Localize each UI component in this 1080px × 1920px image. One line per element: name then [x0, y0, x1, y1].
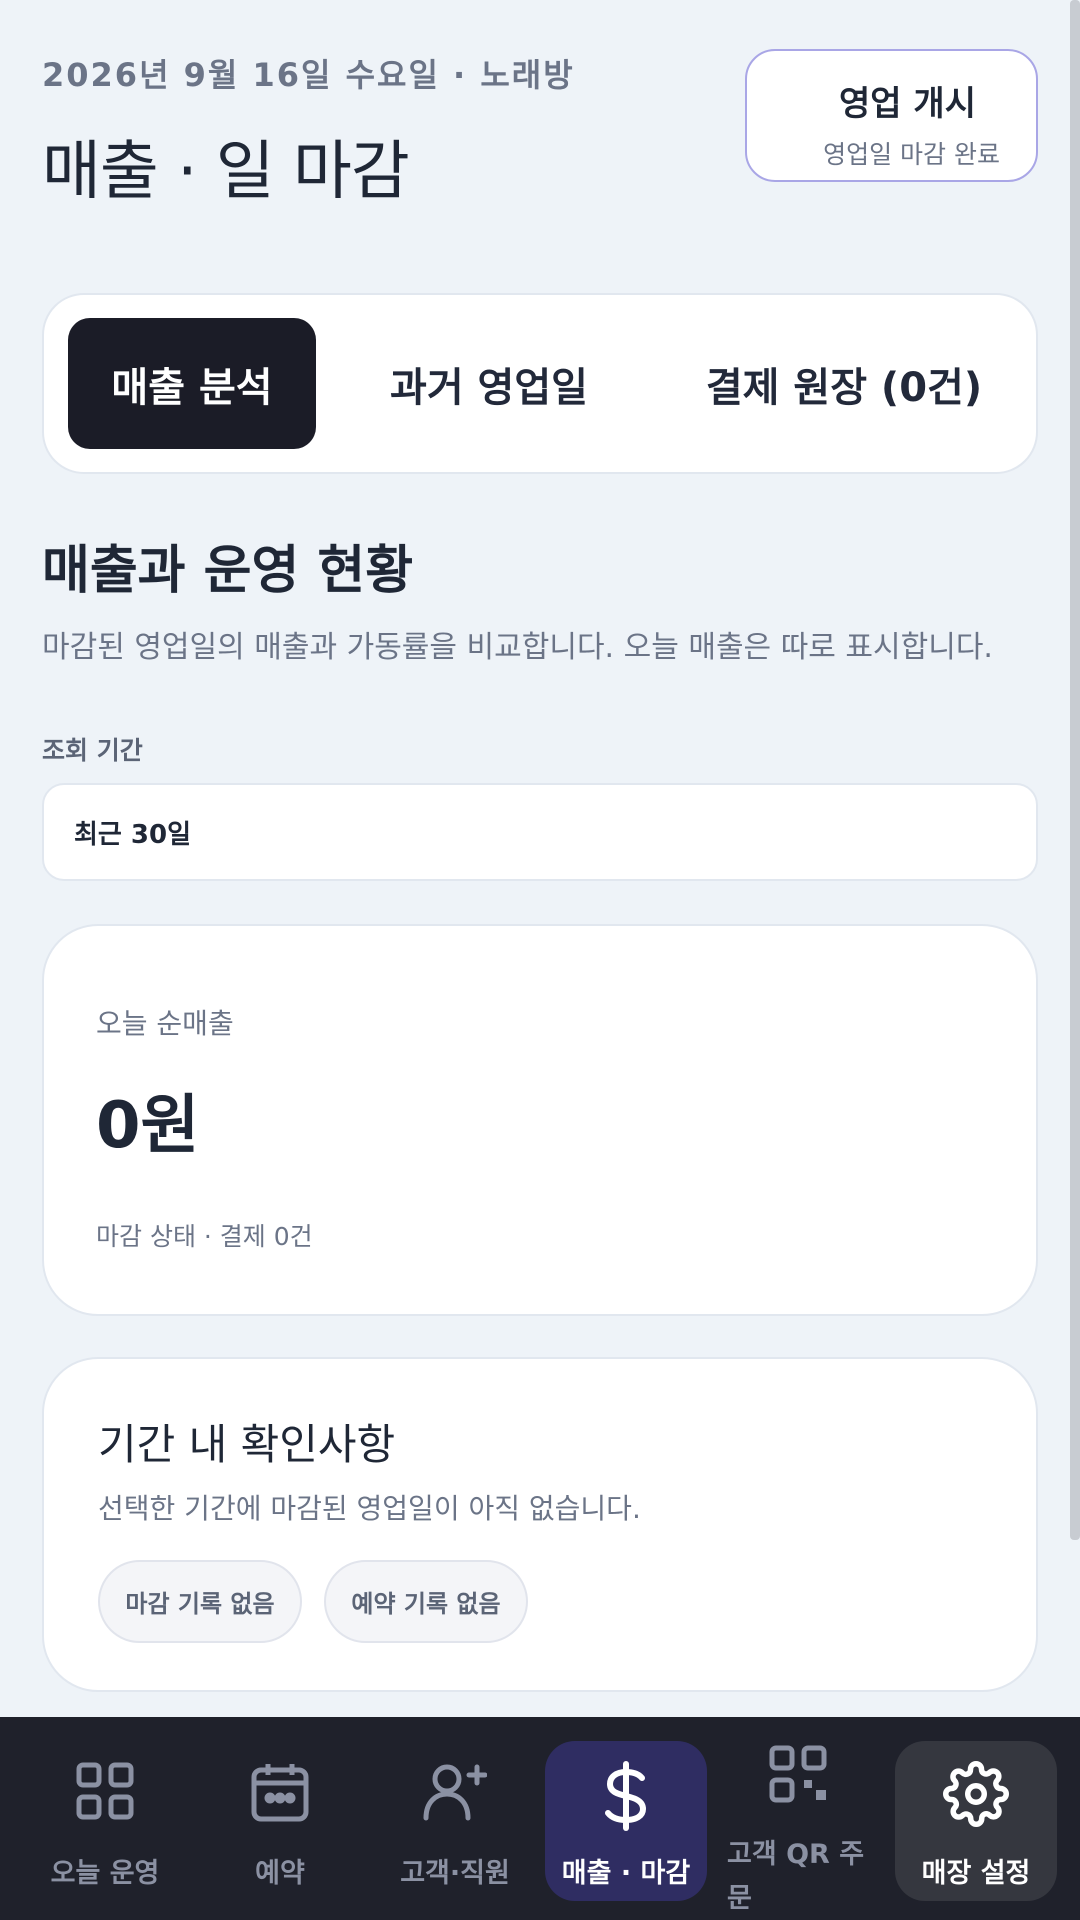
scrollbar[interactable]: [1070, 0, 1080, 1540]
tab-payment-ledger[interactable]: 결제 원장 (0건): [654, 318, 1034, 449]
page: 2026년 9월 16일 수요일 · 노래방 매출 · 일 마감 영업 개시 영…: [0, 0, 1080, 1920]
status-badge-no-reservation: 예약 기록 없음: [324, 1560, 528, 1643]
nav-store-settings[interactable]: 매장 설정: [895, 1741, 1057, 1901]
tab-past-business-days[interactable]: 과거 영업일: [344, 318, 634, 449]
nav-reservations[interactable]: 예약: [195, 1741, 365, 1901]
section-description: 마감된 영업일의 매출과 가동률을 비교합니다. 오늘 매출은 따로 표시합니다…: [42, 630, 993, 665]
open-business-label: 영업 개시: [839, 84, 976, 124]
page-title: 매출 · 일 마감: [42, 135, 410, 209]
date-line: 2026년 9월 16일 수요일 · 노래방: [42, 56, 575, 94]
open-business-subtitle: 영업일 마감 완료: [823, 140, 1000, 169]
period-select-value: 최근 30일: [74, 819, 191, 850]
today-sales-amount: 0원: [96, 1089, 200, 1163]
closing-status: 마감 상태 · 결제 0건: [96, 1222, 313, 1251]
bottom-nav: 오늘 운영 예약 고객·직원 매출 · 마감 고객 QR 주문 매장 설정: [0, 1717, 1080, 1920]
check-title: 기간 내 확인사항: [98, 1420, 396, 1469]
nav-label: 오늘 운영: [50, 1858, 160, 1889]
nav-sales-closing[interactable]: 매출 · 마감: [545, 1741, 707, 1901]
user-plus-icon: [423, 1761, 488, 1828]
grid-icon: [75, 1761, 135, 1828]
nav-customers-staff[interactable]: 고객·직원: [370, 1741, 540, 1901]
qr-code-icon: [769, 1745, 827, 1810]
today-sales-card: 오늘 순매출 0원 마감 상태 · 결제 0건: [42, 924, 1038, 1316]
open-business-button[interactable]: 영업 개시 영업일 마감 완료: [745, 49, 1038, 182]
nav-customer-qr-order[interactable]: 고객 QR 주문: [713, 1741, 883, 1914]
calendar-icon: [250, 1761, 310, 1830]
nav-label: 고객 QR 주문: [727, 1839, 865, 1914]
tab-sales-analysis[interactable]: 매출 분석: [68, 318, 316, 449]
nav-label: 매장 설정: [921, 1858, 1031, 1889]
nav-label: 고객·직원: [400, 1858, 510, 1889]
nav-label: 매출 · 마감: [561, 1858, 691, 1889]
nav-today-operations[interactable]: 오늘 운영: [20, 1741, 190, 1901]
period-select[interactable]: 최근 30일: [42, 783, 1038, 881]
nav-label: 예약: [255, 1858, 305, 1889]
period-label: 조회 기간: [42, 736, 143, 765]
dollar-icon: [600, 1761, 652, 1838]
status-badge-no-closing: 마감 기록 없음: [98, 1560, 302, 1643]
section-title: 매출과 운영 현황: [42, 541, 414, 601]
tab-bar: 매출 분석 과거 영업일 결제 원장 (0건): [42, 293, 1038, 474]
today-sales-label: 오늘 순매출: [96, 1007, 234, 1040]
gear-icon: [943, 1761, 1009, 1834]
period-check-card: 기간 내 확인사항 선택한 기간에 마감된 영업일이 아직 없습니다. 마감 기…: [42, 1357, 1038, 1692]
check-description: 선택한 기간에 마감된 영업일이 아직 없습니다.: [98, 1492, 641, 1525]
